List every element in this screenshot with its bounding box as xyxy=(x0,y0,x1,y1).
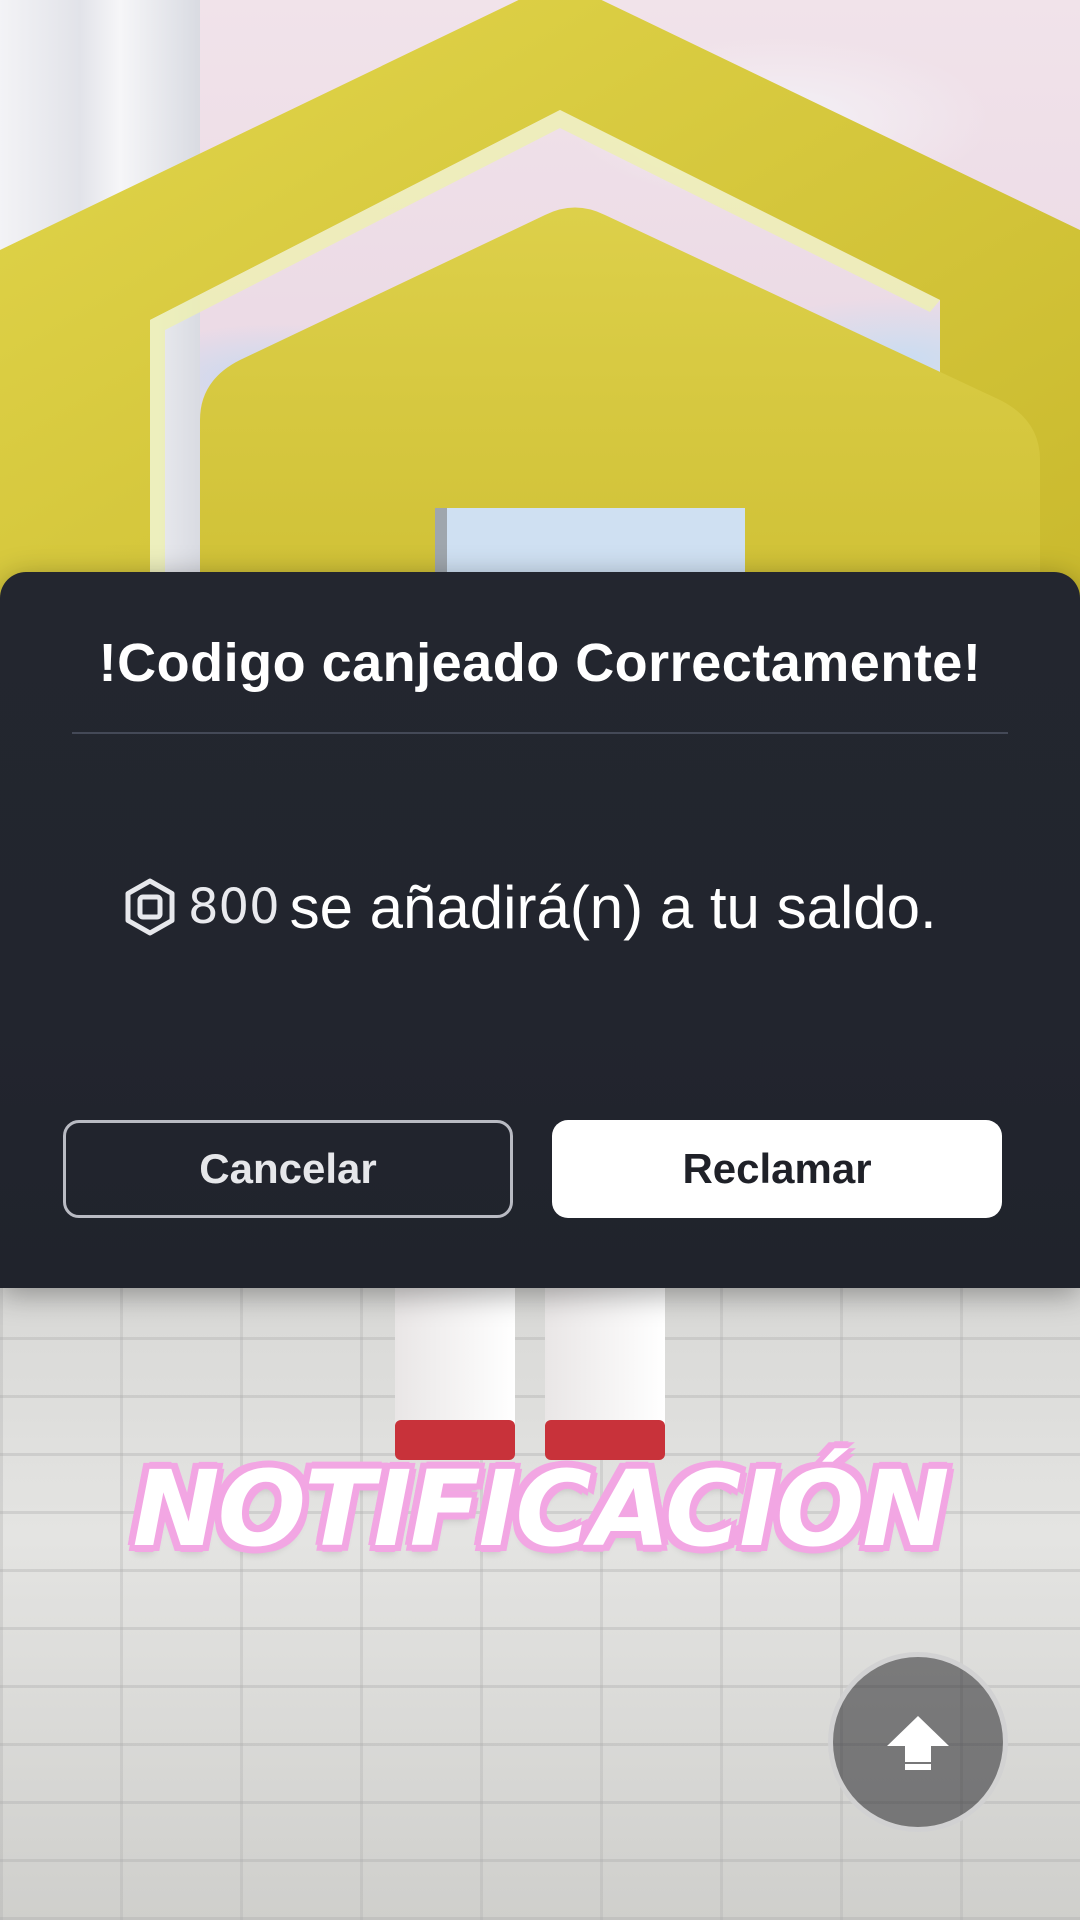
player-avatar-legs xyxy=(395,1280,675,1460)
reward-amount: 800 xyxy=(188,879,280,935)
reward-text: se añadirá(n) a tu saldo. xyxy=(289,873,937,941)
dialog-title: !Codigo canjeado Correctamente! xyxy=(98,633,982,693)
jump-arrow-icon xyxy=(887,1716,949,1770)
yellow-emblem-decoration xyxy=(0,0,1080,620)
notification-caption: NOTIFICACIÓN xyxy=(132,1448,950,1570)
dialog-divider xyxy=(72,732,1008,734)
claim-button[interactable]: Reclamar xyxy=(552,1120,1002,1218)
jump-button[interactable] xyxy=(828,1652,1008,1832)
reward-message: 800 se añadirá(n) a tu saldo. xyxy=(120,872,937,942)
redeem-code-dialog: !Codigo canjeado Correctamente! 800 se a… xyxy=(0,572,1080,1288)
cancel-button[interactable]: Cancelar xyxy=(63,1120,513,1218)
robux-icon xyxy=(125,878,175,936)
